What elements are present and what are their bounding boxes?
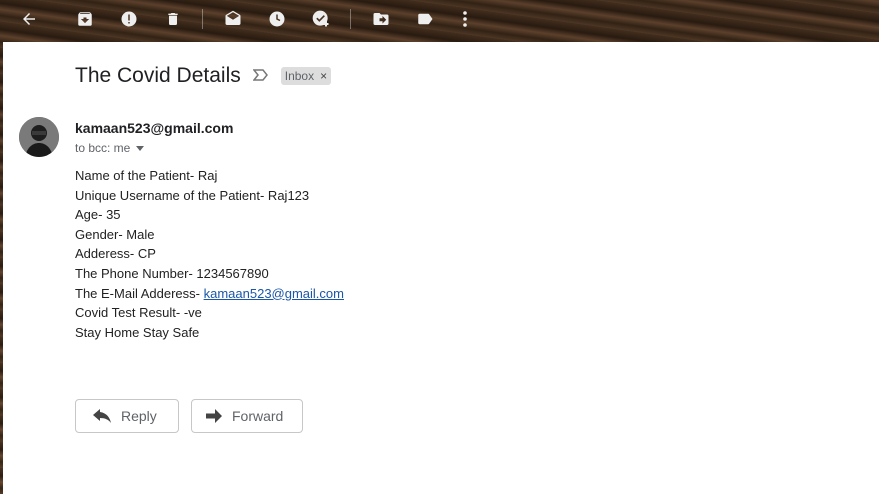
body-line: Covid Test Result- -ve	[75, 305, 202, 321]
email-subject: The Covid Details	[75, 64, 241, 87]
forward-label: Forward	[232, 408, 284, 424]
body-line: Unique Username of the Patient- Raj123	[75, 187, 310, 203]
show-details-icon[interactable]	[136, 145, 145, 151]
more-icon[interactable]	[452, 6, 478, 32]
body-line: Adderess- CP	[75, 246, 156, 262]
archive-icon[interactable]	[72, 6, 98, 32]
body-line: Gender- Male	[75, 226, 155, 242]
delete-icon[interactable]	[160, 6, 186, 32]
recipient-info: to bcc: me	[75, 141, 145, 155]
move-to-icon[interactable]	[368, 6, 394, 32]
add-to-tasks-icon[interactable]	[308, 6, 334, 32]
recipient-text: to bcc: me	[75, 141, 131, 155]
subject-row: The Covid Details Inbox ×	[75, 64, 332, 88]
mark-unread-icon[interactable]	[220, 6, 246, 32]
toolbar-divider	[202, 9, 203, 29]
email-view: The Covid Details Inbox × kamaan523@gmai…	[3, 42, 879, 494]
labels-icon[interactable]	[412, 6, 438, 32]
forward-button[interactable]: Forward	[191, 399, 303, 433]
body-line: Age- 35	[75, 207, 121, 223]
email-address-link[interactable]: kamaan523@gmail.com	[204, 286, 344, 301]
report-spam-icon[interactable]	[116, 6, 142, 32]
body-line-email: The E-Mail Adderess- kamaan523@gmail.com	[75, 284, 344, 304]
sender-avatar[interactable]	[19, 117, 59, 157]
reply-button[interactable]: Reply	[75, 399, 179, 433]
email-body: Name of the Patient- Raj Unique Username…	[75, 166, 344, 342]
body-line: Stay Home Stay Safe	[75, 324, 200, 340]
toolbar-divider	[350, 9, 351, 29]
reply-icon	[93, 409, 111, 423]
reply-label: Reply	[121, 408, 157, 424]
remove-label-icon[interactable]: ×	[320, 69, 327, 83]
sender-email[interactable]: kamaan523@gmail.com	[75, 120, 233, 136]
forward-icon	[206, 409, 222, 423]
body-line: Name of the Patient- Raj	[75, 168, 218, 183]
inbox-label-chip: Inbox ×	[280, 67, 332, 85]
label-text: Inbox	[284, 69, 315, 83]
importance-marker-icon[interactable]	[252, 68, 269, 86]
email-line-prefix: The E-Mail Adderess-	[75, 285, 204, 301]
snooze-icon[interactable]	[264, 6, 290, 32]
toolbar	[0, 0, 879, 38]
body-line: The Phone Number- 1234567890	[75, 265, 269, 281]
back-arrow-icon[interactable]	[16, 6, 42, 32]
